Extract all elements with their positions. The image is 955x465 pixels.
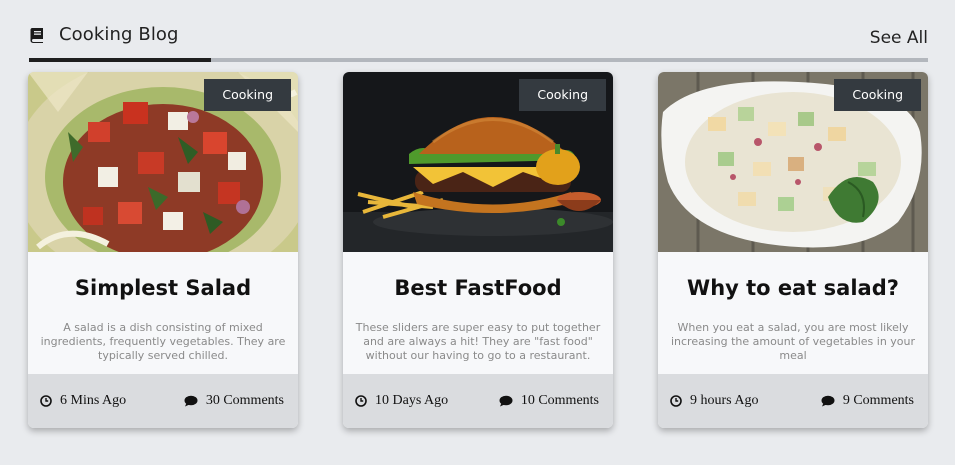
post-time: 6 Mins Ago bbox=[40, 393, 126, 409]
clock-icon bbox=[40, 395, 52, 407]
comments-count[interactable]: 10 Comments bbox=[521, 393, 599, 409]
card-footer: 10 Days Ago 10 Comments bbox=[343, 374, 613, 428]
post-comments[interactable]: 10 Comments bbox=[499, 393, 599, 409]
section-header: Cooking Blog See All bbox=[29, 22, 928, 62]
category-badge[interactable]: Cooking bbox=[204, 79, 291, 111]
post-time-text: 10 Days Ago bbox=[375, 393, 449, 408]
card-title[interactable]: Simplest Salad bbox=[28, 276, 298, 300]
clock-icon bbox=[670, 395, 682, 407]
card-description: A salad is a dish consisting of mixed in… bbox=[40, 321, 286, 362]
post-time-text: 9 hours Ago bbox=[690, 393, 759, 408]
post-time: 10 Days Ago bbox=[355, 393, 448, 409]
book-icon bbox=[29, 27, 45, 43]
comments-count[interactable]: 30 Comments bbox=[206, 393, 284, 409]
header-title-group: Cooking Blog bbox=[29, 24, 179, 45]
card-image[interactable]: Cooking bbox=[658, 72, 928, 252]
category-badge[interactable]: Cooking bbox=[834, 79, 921, 111]
comment-icon bbox=[499, 395, 513, 407]
header-divider-active bbox=[29, 58, 211, 62]
post-comments[interactable]: 30 Comments bbox=[184, 393, 284, 409]
category-badge[interactable]: Cooking bbox=[519, 79, 606, 111]
card-description: These sliders are super easy to put toge… bbox=[355, 321, 601, 362]
card-title[interactable]: Best FastFood bbox=[343, 276, 613, 300]
card-footer: 6 Mins Ago 30 Comments bbox=[28, 374, 298, 428]
clock-icon bbox=[355, 395, 367, 407]
blog-card[interactable]: Cooking Why to eat salad? When you eat a… bbox=[658, 72, 928, 428]
card-image[interactable]: Cooking bbox=[343, 72, 613, 252]
card-footer: 9 hours Ago 9 Comments bbox=[658, 374, 928, 428]
blog-card[interactable]: Cooking Simplest Salad A salad is a dish… bbox=[28, 72, 298, 428]
comments-count[interactable]: 9 Comments bbox=[843, 393, 914, 409]
card-image[interactable]: Cooking bbox=[28, 72, 298, 252]
comment-icon bbox=[821, 395, 835, 407]
comment-icon bbox=[184, 395, 198, 407]
see-all-link[interactable]: See All bbox=[870, 28, 928, 48]
post-time: 9 hours Ago bbox=[670, 393, 758, 409]
page-title: Cooking Blog bbox=[59, 24, 179, 45]
blog-card[interactable]: Cooking Best FastFood These sliders are … bbox=[343, 72, 613, 428]
card-title[interactable]: Why to eat salad? bbox=[658, 276, 928, 300]
post-time-text: 6 Mins Ago bbox=[60, 393, 127, 408]
post-comments[interactable]: 9 Comments bbox=[821, 393, 914, 409]
card-description: When you eat a salad, you are most likel… bbox=[670, 321, 916, 362]
